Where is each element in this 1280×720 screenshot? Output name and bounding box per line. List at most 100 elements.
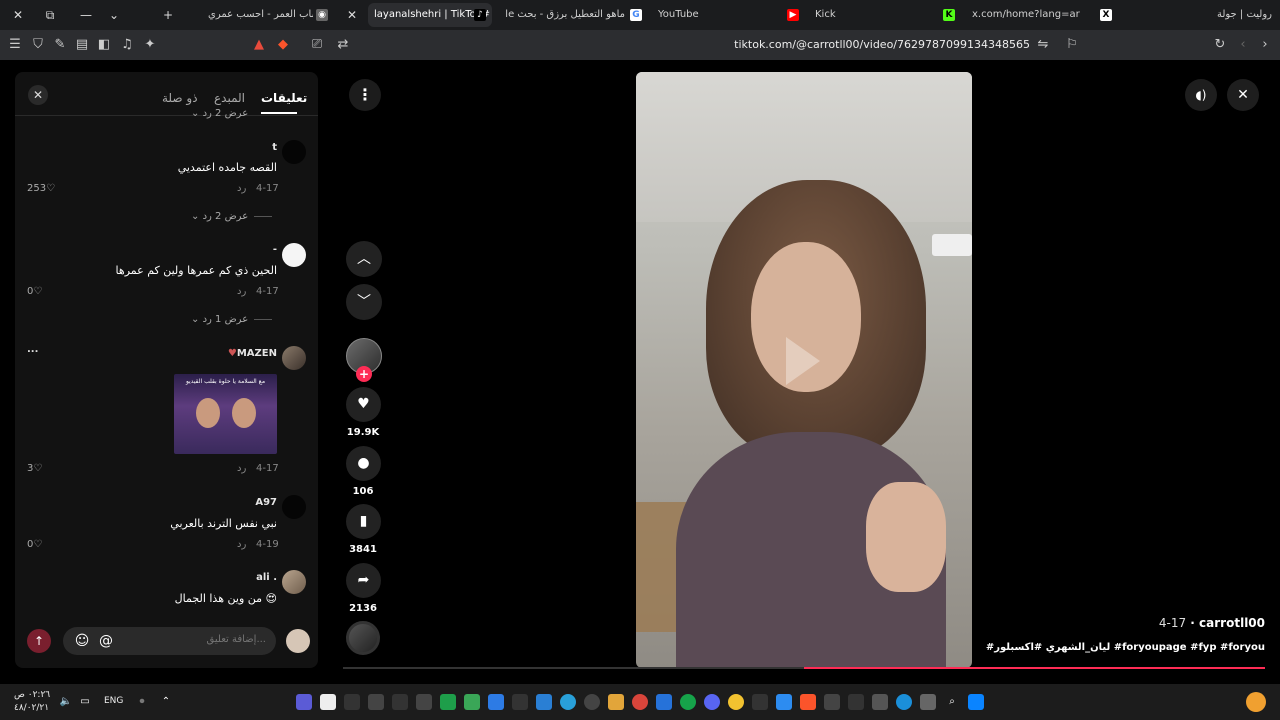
tab-kick[interactable]: Kick bbox=[815, 3, 875, 27]
clock-time[interactable]: ٠٢:٢٦ ص bbox=[14, 690, 50, 700]
share-video-button[interactable]: ➦ bbox=[346, 563, 381, 598]
microphone-icon[interactable]: ⏺ bbox=[134, 694, 150, 710]
speaker-icon[interactable]: 🔈 bbox=[58, 694, 74, 710]
start-icon[interactable] bbox=[968, 694, 984, 710]
reload-icon[interactable]: ↻ bbox=[1212, 37, 1228, 53]
forward-icon[interactable]: ‹ bbox=[1235, 37, 1251, 53]
like-button[interactable]: 0♡ bbox=[27, 286, 42, 297]
sidebar-icon[interactable]: ◧ bbox=[96, 37, 112, 53]
clock-date[interactable]: ٤٨/٠٢/٢١ bbox=[14, 703, 49, 713]
telegram-icon[interactable] bbox=[560, 694, 576, 710]
emoji-icon[interactable]: ☺ bbox=[73, 632, 91, 650]
menu-icon[interactable]: ☰ bbox=[7, 37, 23, 53]
brave-rewards-icon[interactable]: ▲ bbox=[251, 37, 267, 53]
copilot-icon[interactable] bbox=[1246, 692, 1266, 712]
translate-icon[interactable]: ⇄ bbox=[335, 37, 351, 53]
avatar[interactable] bbox=[282, 243, 306, 267]
previous-video-button[interactable]: ︿ bbox=[346, 241, 382, 277]
video-progress-bar[interactable] bbox=[343, 667, 1265, 669]
tab-related[interactable]: ذو صلة bbox=[162, 91, 198, 105]
app-icon[interactable] bbox=[776, 694, 792, 710]
chevron-up-icon[interactable]: ⌃ bbox=[158, 694, 174, 710]
chevron-down-icon[interactable]: ⌄ bbox=[106, 7, 122, 23]
close-tab-icon[interactable]: ✕ bbox=[344, 7, 360, 23]
avatar[interactable] bbox=[282, 495, 306, 519]
like-button[interactable]: 253♡ bbox=[27, 183, 55, 194]
tab-google-search[interactable]: ماهو التعطيل برزق - بحث Google bbox=[505, 3, 625, 27]
bookmark-icon[interactable]: ⚐ bbox=[1064, 37, 1080, 53]
window-icon[interactable]: ⧉ bbox=[42, 7, 58, 23]
extensions-icon[interactable]: ✦ bbox=[142, 37, 158, 53]
view-replies-link[interactable]: ⌄ عرض 2 رد bbox=[191, 211, 248, 222]
app-icon[interactable] bbox=[848, 694, 864, 710]
comment-username[interactable]: - bbox=[215, 244, 277, 255]
tab-age-calculator[interactable]: حساب العمر - احسب عمري bbox=[208, 3, 313, 27]
comment-username[interactable]: ♥MAZEN bbox=[215, 348, 277, 359]
like-button[interactable]: 0♡ bbox=[27, 539, 42, 550]
next-video-button[interactable]: ﹀ bbox=[346, 284, 382, 320]
video-player[interactable] bbox=[636, 72, 972, 668]
like-video-button[interactable]: ♥ bbox=[346, 387, 381, 422]
reply-button[interactable]: رد bbox=[237, 286, 246, 297]
app-icon[interactable] bbox=[728, 694, 744, 710]
music-icon[interactable]: ♫ bbox=[119, 37, 135, 53]
like-button[interactable]: 3♡ bbox=[27, 463, 42, 474]
mention-icon[interactable]: @ bbox=[97, 632, 115, 650]
tab-creator[interactable]: المبدع bbox=[214, 91, 245, 105]
avatar[interactable] bbox=[282, 570, 306, 594]
app-icon[interactable] bbox=[296, 694, 312, 710]
back-icon[interactable]: › bbox=[1257, 37, 1273, 53]
tab-comments[interactable]: تعليقات bbox=[261, 91, 307, 105]
app-icon[interactable] bbox=[464, 694, 480, 710]
comment-input-container[interactable]: ☺ @ bbox=[63, 627, 276, 655]
tab-roulette[interactable]: روليت | جولة bbox=[1200, 3, 1272, 27]
app-icon[interactable] bbox=[344, 694, 360, 710]
view-replies-link[interactable]: ⌄ عرض 1 رد bbox=[191, 314, 248, 325]
close-window-icon[interactable]: ✕ bbox=[10, 7, 26, 23]
app-icon[interactable] bbox=[488, 694, 504, 710]
xbox-icon[interactable] bbox=[680, 694, 696, 710]
app-icon[interactable] bbox=[632, 694, 648, 710]
brave-icon[interactable] bbox=[800, 694, 816, 710]
avatar[interactable] bbox=[282, 140, 306, 164]
shield-icon[interactable]: ⛉ bbox=[30, 37, 46, 53]
avatar[interactable] bbox=[282, 346, 306, 370]
url-field[interactable]: tiktok.com/@carrotll00/video/76297870991… bbox=[700, 38, 1030, 51]
close-panel-button[interactable]: ✕ bbox=[28, 85, 48, 105]
minimize-icon[interactable]: — bbox=[78, 7, 94, 23]
excel-icon[interactable] bbox=[440, 694, 456, 710]
screenshot-icon[interactable]: ⎚ bbox=[309, 37, 325, 53]
reply-button[interactable]: رد bbox=[237, 539, 246, 550]
reply-button[interactable]: رد bbox=[237, 463, 246, 474]
view-replies-link[interactable]: ⌄ عرض 2 رد bbox=[191, 108, 248, 119]
edge-icon[interactable] bbox=[896, 694, 912, 710]
app-icon[interactable] bbox=[368, 694, 384, 710]
app-icon[interactable] bbox=[872, 694, 888, 710]
follow-button[interactable]: + bbox=[356, 366, 372, 382]
reply-button[interactable]: رد bbox=[237, 183, 246, 194]
video-description[interactable]: #ليان_الشهري #اكسبلور #foryoupage #fyp #… bbox=[986, 642, 1265, 653]
comment-username[interactable]: A97 bbox=[215, 497, 277, 508]
tab-youtube[interactable]: YouTube bbox=[658, 3, 728, 27]
app-icon[interactable] bbox=[512, 694, 528, 710]
comment-image[interactable]: مع السلامة يا حلوة بقلب القيديو bbox=[174, 374, 277, 454]
discord-icon[interactable] bbox=[704, 694, 720, 710]
file-icon[interactable] bbox=[320, 694, 336, 710]
comment-more-button[interactable]: ... bbox=[27, 344, 38, 355]
wallet-icon[interactable]: ▤ bbox=[74, 37, 90, 53]
app-icon[interactable] bbox=[608, 694, 624, 710]
app-icon[interactable] bbox=[920, 694, 936, 710]
app-icon[interactable] bbox=[392, 694, 408, 710]
search-icon[interactable]: ⌕ bbox=[944, 694, 960, 710]
app-icon[interactable] bbox=[824, 694, 840, 710]
tab-x[interactable]: x.com/home?lang=ar bbox=[972, 3, 1082, 27]
post-comment-button[interactable]: ↑ bbox=[27, 629, 51, 653]
more-options-button[interactable]: ⋮ bbox=[349, 79, 381, 111]
app-icon[interactable] bbox=[584, 694, 600, 710]
video-author-line[interactable]: 4-17 · carrotll00 bbox=[1159, 616, 1265, 630]
comment-video-button[interactable]: ● bbox=[346, 446, 381, 481]
language-indicator[interactable]: ENG bbox=[104, 696, 123, 706]
pin-icon[interactable]: ✎ bbox=[52, 37, 68, 53]
brave-shield-icon[interactable]: ◆ bbox=[275, 37, 291, 53]
volume-button[interactable]: ◖) bbox=[1185, 79, 1217, 111]
